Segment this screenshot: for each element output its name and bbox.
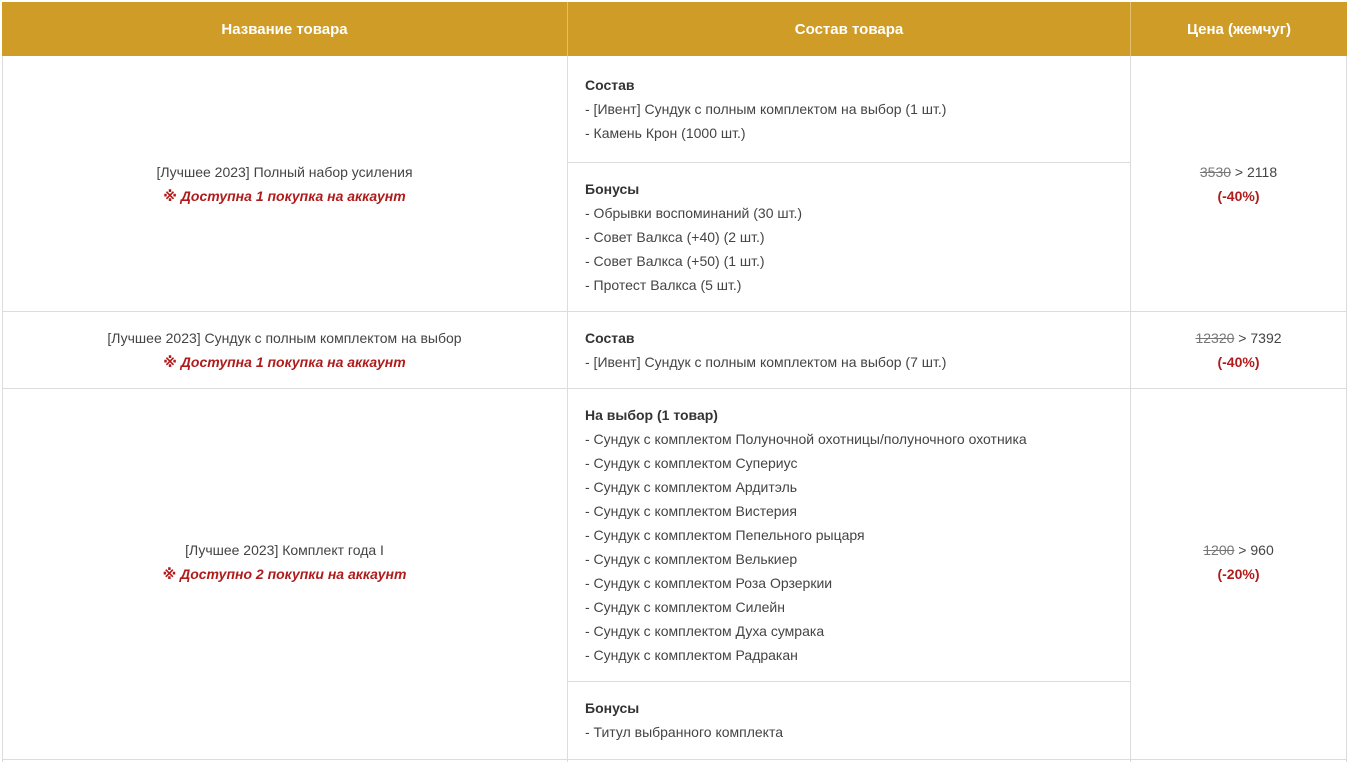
choice-section: На выбор (1 товар) - Сундук с комплектом… bbox=[585, 403, 1125, 667]
list-item: - [Ивент] Сундук с полным комплектом на … bbox=[585, 354, 947, 370]
old-price: 12320 bbox=[1195, 330, 1235, 346]
product-name: [Лучшее 2023] Сундук с полным комплектом… bbox=[107, 330, 462, 346]
bonus-section: Бонусы - Титул выбранного комплекта bbox=[585, 696, 1125, 744]
table-row-2-name: [Лучшее 2023] Сундук с полным комплектом… bbox=[2, 312, 567, 388]
price: 3530 > 2118 bbox=[1199, 163, 1278, 180]
list-item: - Сундук с комплектом Силейн bbox=[585, 599, 785, 615]
discount-badge: (-20%) bbox=[1217, 566, 1260, 582]
purchase-limit-note: ※ Доступна 1 покупка на аккаунт bbox=[163, 354, 406, 370]
new-price: 960 bbox=[1250, 542, 1274, 558]
header-contents: Состав товара bbox=[567, 2, 1130, 56]
list-item: - Сундук с комплектом Ардитэль bbox=[585, 479, 798, 495]
purchase-limit-note: ※ Доступна 1 покупка на аккаунт bbox=[163, 187, 406, 204]
new-price: 2118 bbox=[1247, 163, 1278, 180]
purchase-limit-note: ※ Доступно 2 покупки на аккаунт bbox=[162, 566, 407, 582]
list-item: - Сундук с комплектом Радракан bbox=[585, 647, 798, 663]
contents-section: Состав - [Ивент] Сундук с полным комплек… bbox=[585, 326, 1125, 374]
new-price: 7392 bbox=[1250, 330, 1282, 346]
list-item: - Сундук с комплектом Велькиер bbox=[585, 551, 798, 567]
price: 1200 > 960 bbox=[1203, 542, 1274, 558]
list-item: - Совет Валкса (+40) (2 шт.) bbox=[585, 229, 765, 245]
section-title: Бонусы bbox=[585, 181, 640, 197]
price: 12320 > 7392 bbox=[1195, 330, 1282, 346]
list-item: - Сундук с комплектом Духа сумрака bbox=[585, 623, 825, 639]
list-item: - Сундук с комплектом Вистерия bbox=[585, 503, 797, 519]
discount-badge: (-40%) bbox=[1217, 354, 1260, 370]
list-item: - Обрывки воспоминаний (30 шт.) bbox=[585, 205, 803, 221]
section-title: Состав bbox=[585, 77, 635, 93]
row-separator bbox=[567, 162, 1130, 163]
header-price: Цена (жемчуг) bbox=[1130, 2, 1347, 56]
table-row-1-name: [Лучшее 2023] Полный набор усиления ※ До… bbox=[2, 56, 567, 311]
list-item: - Камень Крон (1000 шт.) bbox=[585, 125, 746, 141]
list-item: - Совет Валкса (+50) (1 шт.) bbox=[585, 253, 765, 269]
list-item: - Сундук с комплектом Роза Орзеркии bbox=[585, 575, 833, 591]
table-row-3-price: 1200 > 960 (-20%) bbox=[1130, 389, 1347, 735]
row-separator bbox=[2, 759, 1347, 760]
list-item: - Сундук с комплектом Полуночной охотниц… bbox=[585, 431, 1027, 447]
bonus-section: Бонусы - Обрывки воспоминаний (30 шт.) -… bbox=[585, 177, 1125, 297]
header-name: Название товара bbox=[2, 2, 567, 56]
old-price: 3530 bbox=[1199, 163, 1232, 180]
contents-section: Состав - [Ивент] Сундук с полным комплек… bbox=[585, 73, 1125, 145]
old-price: 1200 bbox=[1203, 542, 1235, 558]
list-item: - Протест Валкса (5 шт.) bbox=[585, 277, 742, 293]
table-row-3-name: [Лучшее 2023] Комплект года I ※ Доступно… bbox=[2, 389, 567, 735]
section-title: На выбор (1 товар) bbox=[585, 407, 718, 423]
section-title: Бонусы bbox=[585, 700, 640, 716]
list-item: - Сундук с комплектом Супериус bbox=[585, 455, 798, 471]
discount-badge: (-40%) bbox=[1217, 187, 1260, 204]
product-name: [Лучшее 2023] Полный набор усиления bbox=[156, 163, 413, 180]
table-row-2-price: 12320 > 7392 (-40%) bbox=[1130, 312, 1347, 388]
section-title: Состав bbox=[585, 330, 635, 346]
list-item: - Титул выбранного комплекта bbox=[585, 724, 783, 740]
row-separator bbox=[567, 681, 1130, 682]
table-row-1-price: 3530 > 2118 (-40%) bbox=[1130, 56, 1347, 311]
product-name: [Лучшее 2023] Комплект года I bbox=[185, 542, 384, 558]
list-item: - [Ивент] Сундук с полным комплектом на … bbox=[585, 101, 947, 117]
list-item: - Сундук с комплектом Пепельного рыцаря bbox=[585, 527, 865, 543]
